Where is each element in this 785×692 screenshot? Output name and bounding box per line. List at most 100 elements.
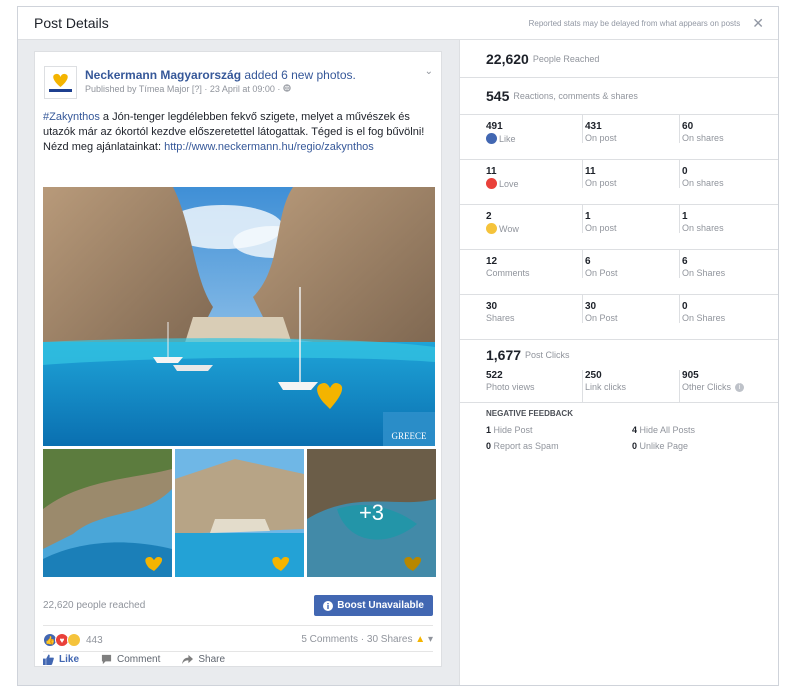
comments-shares-count[interactable]: 5 Comments · 30 Shares ▲ ▾ [301, 634, 433, 645]
hide-post-count: 1 [486, 425, 492, 435]
post-actions: Like Comment Share [43, 654, 225, 665]
audience-selector-icon[interactable]: ▲ [415, 634, 425, 645]
published-by: Published by Tímea Major [?] · 23 April … [85, 84, 283, 94]
share-label: Share [198, 654, 226, 665]
post-photo-thumb-2[interactable] [175, 449, 304, 577]
hide-all-count: 4 [632, 425, 638, 435]
like-button[interactable]: Like [43, 654, 79, 665]
reactions-count: 443 [86, 634, 103, 646]
share-button[interactable]: Share [182, 654, 225, 665]
reactions-summary[interactable]: 👍 ♥ 443 [43, 633, 103, 647]
stat-row-wow: 2 Wow 1 On post 1 On shares [460, 205, 778, 250]
page-name-link[interactable]: Neckermann Magyarország [85, 68, 241, 82]
post-clicks-row: 1,677 Post Clicks [460, 340, 778, 370]
dropdown-caret-icon[interactable]: ▾ [428, 634, 433, 645]
likes-on-post-label: On post [584, 133, 617, 143]
people-reached-label: People Reached [532, 53, 600, 64]
wow-icon [486, 223, 497, 234]
love-on-shares: 0 [682, 166, 688, 177]
thumb-photo-1 [43, 449, 172, 577]
comment-label: Comment [117, 654, 161, 665]
negative-feedback-title: NEGATIVE FEEDBACK [486, 409, 573, 418]
wow-on-post-label: On post [584, 223, 617, 233]
shares-total: 30 [486, 301, 498, 312]
post-photo-thumb-3[interactable]: +3 [307, 449, 436, 577]
comment-button[interactable]: Comment [101, 654, 160, 665]
share-arrow-icon [182, 654, 194, 665]
shares-on-shares-label: On Shares [682, 313, 726, 323]
thumb-photo-2 [175, 449, 304, 577]
hide-post-label: Hide Post [493, 425, 533, 435]
stat-row-likes: 491 Like 431 On post 60 On shares [460, 115, 778, 160]
love-total: 11 [486, 166, 497, 177]
info-icon [323, 600, 334, 611]
shares-label: Shares [486, 313, 515, 323]
comment-icon [101, 654, 112, 665]
likes-on-shares: 60 [682, 121, 694, 132]
comments-shares-text: 5 Comments · 30 Shares [301, 634, 413, 645]
people-reached-row: 22,620 People Reached [460, 40, 778, 78]
comments-on-post-label: On Post [584, 268, 618, 278]
post-clicks-value: 1,677 [486, 347, 522, 363]
post-preview-pane: Neckermann Magyarország added 6 new phot… [18, 40, 459, 685]
negative-feedback-row-1: 1 Hide Post 4 Hide All Posts [460, 425, 778, 435]
link-clicks-label: Link clicks [584, 382, 626, 392]
love-on-post: 11 [584, 166, 596, 177]
unlike-count: 0 [632, 441, 638, 451]
comments-on-shares-label: On Shares [682, 268, 726, 278]
thumbs-up-icon [43, 654, 54, 665]
dialog-title: Post Details [34, 15, 109, 31]
post-meta: Published by Tímea Major [?] · 23 April … [85, 84, 291, 94]
like-icon [486, 133, 497, 144]
hashtag-link[interactable]: #Zakynthos [43, 111, 100, 123]
greece-watermark: GREECE [392, 431, 428, 441]
divider [43, 651, 433, 652]
post-clicks-label: Post Clicks [525, 350, 570, 360]
wow-on-shares-label: On shares [682, 223, 724, 233]
post-author-line: Neckermann Magyarország added 6 new phot… [85, 68, 425, 82]
love-label: Love [499, 178, 519, 189]
post-main-photo[interactable]: GREECE [43, 187, 435, 446]
love-icon [486, 178, 497, 189]
other-clicks-value: 905 [682, 370, 699, 381]
engagement-value: 545 [486, 88, 510, 104]
boost-unavailable-button[interactable]: Boost Unavailable [314, 595, 433, 616]
spam-count: 0 [486, 441, 492, 451]
divider [43, 625, 433, 626]
close-icon[interactable]: ✕ [752, 15, 764, 32]
love-on-shares-label: On shares [682, 178, 724, 188]
post-action[interactable]: added 6 new photos. [244, 68, 355, 82]
stat-row-comments: 12 Comments 6 On Post 6 On Shares [460, 250, 778, 295]
clicks-breakdown: 522 Photo views 250 Link clicks 905 Other C… [460, 370, 778, 403]
hide-all-label: Hide All Posts [639, 425, 696, 435]
love-on-post-label: On post [584, 178, 617, 188]
wow-reaction-icon [67, 633, 81, 647]
wow-label: Wow [499, 223, 519, 234]
photo-views-value: 522 [486, 370, 503, 381]
post-options-chevron-icon[interactable]: ⌄ [425, 66, 433, 77]
comments-total: 12 [486, 256, 498, 267]
delay-note: Reported stats may be delayed from what … [528, 18, 741, 28]
likes-on-shares-label: On shares [682, 133, 724, 143]
comments-on-shares: 6 [682, 256, 688, 267]
globe-icon [283, 84, 291, 92]
people-reached-value: 22,620 [486, 50, 529, 67]
offer-link[interactable]: http://www.neckermann.hu/regio/zakynthos [164, 141, 374, 153]
engagement-label: Reactions, comments & shares [513, 91, 638, 101]
dialog-header: Post Details Reported stats may be delay… [18, 7, 778, 40]
post-photo-thumb-1[interactable] [43, 449, 172, 577]
wow-on-post: 1 [584, 211, 591, 222]
wow-on-shares: 1 [682, 211, 688, 222]
unlike-label: Unlike Page [639, 441, 689, 451]
likes-total: 491 [486, 121, 503, 132]
more-photos-overlay[interactable]: +3 [307, 449, 436, 577]
page-avatar[interactable] [44, 66, 77, 99]
engagement-row: 545 Reactions, comments & shares [460, 78, 778, 115]
post-body: a Jón-tenger legdélebben fekvő szigete, … [43, 111, 425, 138]
likes-on-post: 431 [584, 121, 602, 132]
info-icon[interactable]: i [735, 382, 745, 392]
shares-on-post: 30 [584, 301, 597, 312]
link-clicks-value: 250 [584, 370, 602, 381]
boost-label: Boost Unavailable [337, 600, 424, 611]
post-card: Neckermann Magyarország added 6 new phot… [34, 51, 442, 667]
